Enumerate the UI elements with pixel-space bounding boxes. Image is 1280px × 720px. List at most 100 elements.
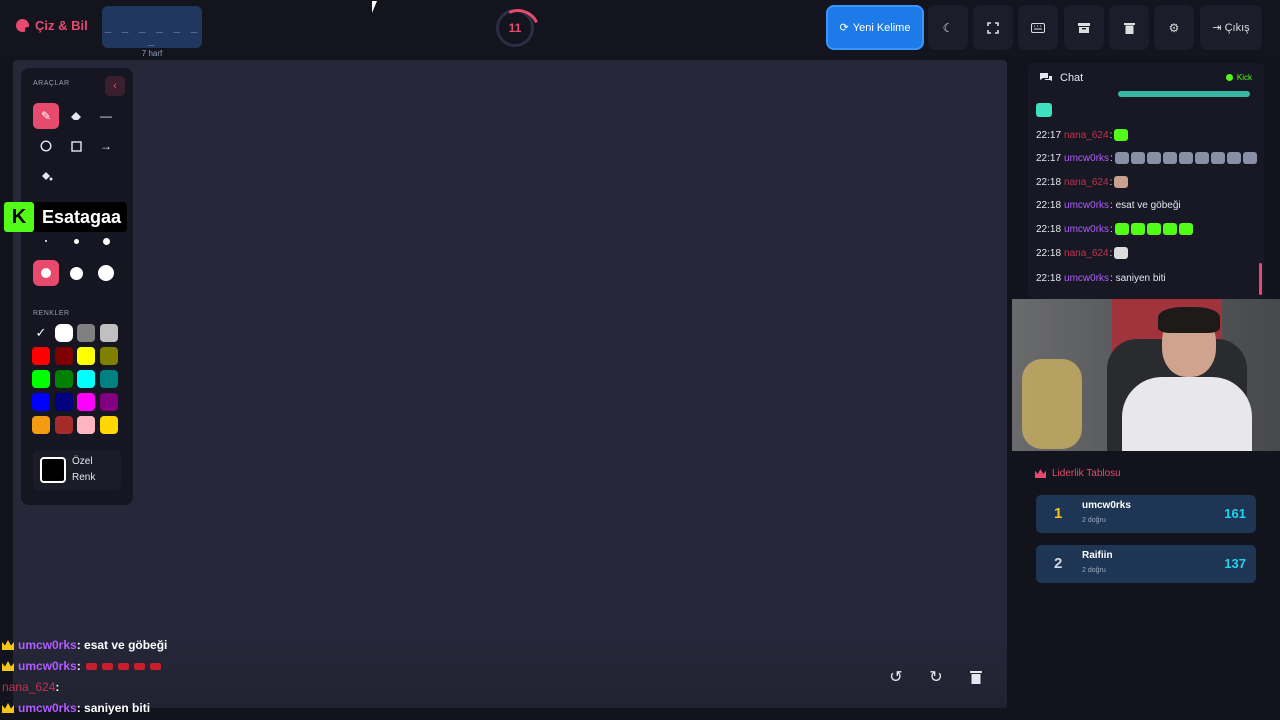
color-swatch[interactable] <box>55 347 73 365</box>
redo-button[interactable]: ↻ <box>921 662 951 692</box>
collapse-tools-button[interactable]: ‹ <box>105 76 125 96</box>
leaderboard-player-name: Raifiin <box>1082 550 1113 561</box>
overlay-username: nana_624 <box>2 680 56 694</box>
crown-icon <box>1035 469 1046 478</box>
circle-icon <box>40 140 52 152</box>
color-swatch[interactable] <box>77 370 95 388</box>
chat-username[interactable]: umcw0rks <box>1064 273 1109 284</box>
color-swatch[interactable] <box>32 393 50 411</box>
emote <box>133 662 145 670</box>
chat-username[interactable]: umcw0rks <box>1064 224 1109 235</box>
overlay-username: umcw0rks <box>18 701 77 715</box>
fill-tool[interactable] <box>33 163 59 189</box>
custom-color-label: Özel Renk <box>72 456 96 483</box>
redo-icon: ↻ <box>929 669 943 686</box>
chat-header: Chat <box>1039 72 1083 84</box>
word-dashes: _ _ _ _ _ _ _ <box>104 20 200 46</box>
undo-icon: ↺ <box>889 669 903 686</box>
drawing-canvas[interactable] <box>13 60 1007 708</box>
color-swatch[interactable] <box>55 393 73 411</box>
color-swatch[interactable] <box>77 347 95 365</box>
chat-text: : <box>1110 152 1113 164</box>
color-swatch[interactable] <box>77 416 95 434</box>
chat-message: 22:18 nana_624: <box>1036 247 1129 259</box>
refresh-icon: ⟳ <box>839 22 849 34</box>
chat-username[interactable]: nana_624 <box>1064 130 1109 141</box>
check-icon: ✓ <box>35 325 47 340</box>
settings-button[interactable]: ⚙ <box>1154 5 1194 50</box>
new-word-label: Yeni Kelime <box>852 21 911 34</box>
archive-button[interactable] <box>1064 5 1104 50</box>
line-icon: — <box>100 109 112 123</box>
leaderboard-correct-count: 2 doğru <box>1082 567 1106 574</box>
color-swatch[interactable] <box>55 324 73 342</box>
arrow-right-icon: → <box>100 139 112 153</box>
chat-message: 22:17 umcw0rks: <box>1036 152 1257 164</box>
color-swatch[interactable] <box>100 347 118 365</box>
emote <box>1242 152 1257 164</box>
color-swatch[interactable] <box>100 370 118 388</box>
timer-value: 11 <box>508 21 522 35</box>
color-swatch[interactable] <box>100 393 118 411</box>
emote <box>1162 152 1177 164</box>
chat-time: 22:18 <box>1036 200 1062 211</box>
color-swatch[interactable] <box>100 324 118 342</box>
chat-time: 22:17 <box>1036 129 1062 141</box>
exit-button[interactable]: ⇥ Çıkış <box>1200 5 1262 50</box>
color-swatch[interactable] <box>77 324 95 342</box>
keyboard-button[interactable] <box>1018 5 1058 50</box>
new-word-button[interactable]: ⟳ Yeni Kelime <box>826 5 924 50</box>
moon-icon: ☾ <box>942 20 954 35</box>
undo-button[interactable]: ↺ <box>881 662 911 692</box>
chat-time: 22:18 <box>1036 273 1062 284</box>
app-title: Çiz & Bil <box>35 18 88 33</box>
color-swatch[interactable] <box>55 416 73 434</box>
tools-panel: ARAÇLAR ‹ ✎ — → RENKLER ✓ Özel Renk <box>21 68 133 505</box>
line-tool[interactable]: — <box>93 103 119 129</box>
chat-username[interactable]: nana_624 <box>1064 248 1109 259</box>
status-dot-icon <box>1225 74 1233 81</box>
chat-username[interactable]: umcw0rks <box>1064 200 1109 211</box>
word-letter-count: 7 harf <box>141 49 163 58</box>
chat-scrollbar[interactable] <box>1259 263 1262 295</box>
dark-mode-button[interactable]: ☾ <box>928 5 968 50</box>
delete-button[interactable] <box>1109 5 1149 50</box>
color-swatch[interactable] <box>32 347 50 365</box>
brush-size-6[interactable] <box>93 260 119 286</box>
color-swatch[interactable] <box>32 370 50 388</box>
emote <box>1114 247 1129 259</box>
brush-tool[interactable]: ✎ <box>33 103 59 129</box>
square-icon <box>70 140 82 152</box>
rectangle-tool[interactable] <box>63 133 89 159</box>
fullscreen-button[interactable] <box>973 5 1013 50</box>
emote <box>1210 152 1225 164</box>
overlay-text: : <box>55 680 60 694</box>
color-swatch[interactable] <box>55 370 73 388</box>
color-swatch[interactable]: ✓ <box>32 324 50 342</box>
emote <box>1162 223 1177 235</box>
emote <box>1114 152 1129 164</box>
chat-username[interactable]: nana_624 <box>1064 177 1109 188</box>
eraser-tool[interactable] <box>63 103 89 129</box>
custom-color-button[interactable]: Özel Renk <box>33 450 121 490</box>
chat-text: : <box>1109 176 1113 188</box>
arrow-tool[interactable]: → <box>93 133 119 159</box>
color-swatch[interactable] <box>32 416 50 434</box>
paint-bucket-icon <box>41 172 52 181</box>
chat-username[interactable]: umcw0rks <box>1064 153 1109 164</box>
fullscreen-icon <box>987 21 999 34</box>
circle-tool[interactable] <box>33 133 59 159</box>
color-swatch[interactable] <box>100 416 118 434</box>
brush-size-5[interactable] <box>63 260 89 286</box>
clear-canvas-button[interactable] <box>961 662 991 692</box>
color-swatch[interactable] <box>77 393 95 411</box>
kick-logo: K <box>4 202 34 232</box>
leaderboard-rank: 2 <box>1054 555 1063 572</box>
emote <box>117 662 129 670</box>
gear-icon: ⚙ <box>1168 20 1180 35</box>
overlay-username: umcw0rks <box>18 638 77 652</box>
exit-label: Çıkış <box>1224 21 1250 34</box>
brush-size-4[interactable] <box>33 260 59 286</box>
crown-icon <box>2 640 14 650</box>
emote <box>85 662 97 670</box>
